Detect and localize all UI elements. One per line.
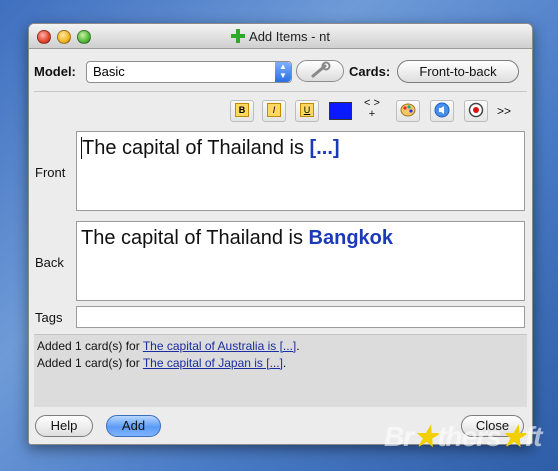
back-field-content: The capital of Thailand is Bangkok (81, 227, 393, 250)
back-label: Back (35, 255, 64, 270)
front-label: Front (35, 165, 66, 180)
divider (34, 91, 527, 92)
status-suffix: . (296, 339, 300, 353)
more-button[interactable]: >> (497, 104, 511, 118)
text-color-swatch[interactable] (329, 102, 352, 120)
tags-label: Tags (35, 310, 63, 325)
wrench-icon (311, 61, 331, 78)
added-card-link[interactable]: The capital of Japan is [...] (143, 356, 283, 370)
back-field[interactable]: The capital of Thailand is Bangkok (76, 221, 525, 301)
status-suffix: . (282, 356, 287, 370)
model-select[interactable]: Basic ▲ ▼ (86, 61, 292, 83)
status-prefix: Added 1 card(s) for (37, 339, 143, 353)
sound-button[interactable] (430, 100, 454, 122)
select-arrows-icon: ▲ ▼ (275, 62, 291, 82)
cloze-button[interactable]: < > + (358, 98, 386, 124)
front-text: The capital of Thailand is (81, 137, 310, 159)
bold-icon: B (235, 103, 249, 117)
bold-button[interactable]: B (230, 100, 254, 122)
window-title: Add Items - nt (29, 29, 532, 44)
added-card-link[interactable]: The capital of Australia is [...] (143, 339, 296, 353)
cards-label: Cards: (349, 64, 391, 79)
status-line: Added 1 card(s) for The capital of Japan… (37, 356, 286, 370)
status-line: Added 1 card(s) for The capital of Austr… (37, 339, 300, 353)
add-button[interactable]: Add (106, 415, 161, 437)
record-icon (468, 103, 484, 118)
status-prefix: Added 1 card(s) for (37, 356, 143, 370)
palette-button[interactable] (396, 100, 420, 122)
add-items-window: Add Items - nt Model: Basic ▲ ▼ Cards: Fr… (28, 23, 533, 445)
underline-icon: U (300, 103, 314, 117)
title-bar: Add Items - nt (29, 24, 532, 49)
palette-icon (400, 103, 416, 117)
back-text: The capital of Thailand is (81, 227, 309, 249)
model-label: Model: (34, 64, 76, 79)
italic-button[interactable]: I (262, 100, 286, 122)
sound-icon (434, 102, 450, 118)
window-title-text: Add Items - nt (249, 29, 330, 44)
edit-models-button[interactable] (296, 60, 344, 82)
tags-input[interactable] (76, 306, 525, 328)
watermark-logo: Br★thers★ft (384, 421, 542, 452)
add-plus-icon (231, 29, 246, 43)
help-button[interactable]: Help (35, 415, 93, 437)
model-select-value: Basic (93, 64, 125, 79)
front-field[interactable]: The capital of Thailand is [...] (76, 131, 525, 211)
front-field-content: The capital of Thailand is [...] (81, 137, 340, 160)
card-templates-button[interactable]: Front-to-back (397, 60, 519, 83)
record-button[interactable] (464, 100, 488, 122)
underline-button[interactable]: U (295, 100, 319, 122)
status-log: Added 1 card(s) for The capital of Austr… (34, 334, 527, 407)
front-cloze-text: [...] (309, 137, 340, 159)
italic-icon: I (267, 103, 281, 117)
back-answer-text: Bangkok (308, 227, 394, 249)
